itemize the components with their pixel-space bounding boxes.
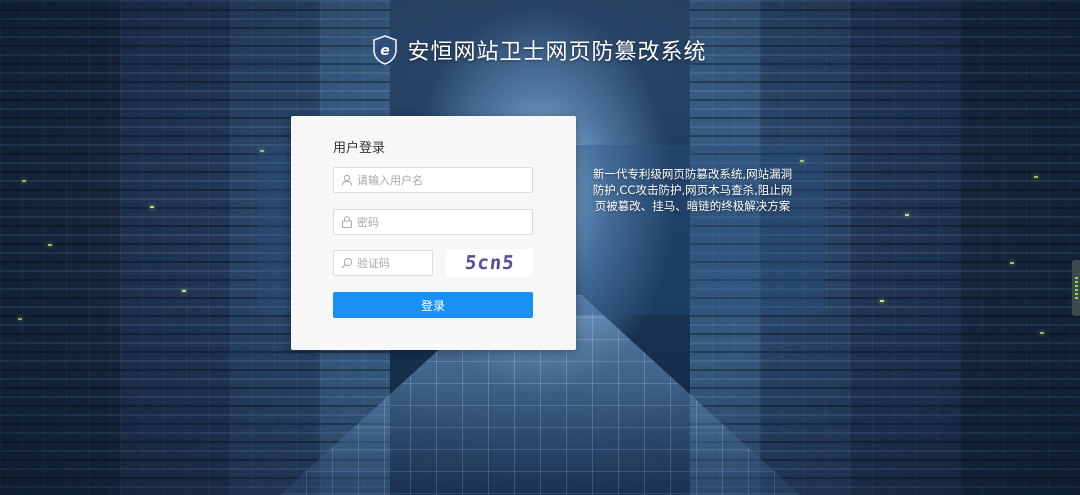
page-header: e 安恒网站卫士网页防篡改系统: [0, 34, 1080, 66]
side-panel-handle[interactable]: [1072, 260, 1080, 316]
login-title: 用户登录: [333, 141, 386, 156]
username-field[interactable]: [333, 167, 533, 193]
captcha-text: 5cn5: [463, 252, 516, 274]
page-title: 安恒网站卫士网页防篡改系统: [407, 40, 707, 65]
logo-letter: e: [381, 43, 391, 59]
product-description: 新一代专利级网页防篡改系统,网站漏洞防护,CC攻击防护,网页木马查杀,阻止网页被…: [592, 167, 793, 213]
captcha-field[interactable]: [333, 250, 433, 276]
login-button[interactable]: 登录: [333, 292, 533, 318]
password-field[interactable]: [333, 209, 533, 235]
captcha-input[interactable]: [357, 251, 432, 275]
password-input[interactable]: [357, 210, 532, 234]
shield-e-icon: e: [373, 35, 398, 65]
captcha-image[interactable]: 5cn5: [446, 249, 533, 277]
login-card: 用户登录 5cn5 登录: [291, 116, 576, 350]
user-icon: [341, 174, 353, 186]
search-icon: [341, 257, 353, 269]
lock-icon: [342, 216, 352, 228]
username-input[interactable]: [357, 168, 532, 192]
